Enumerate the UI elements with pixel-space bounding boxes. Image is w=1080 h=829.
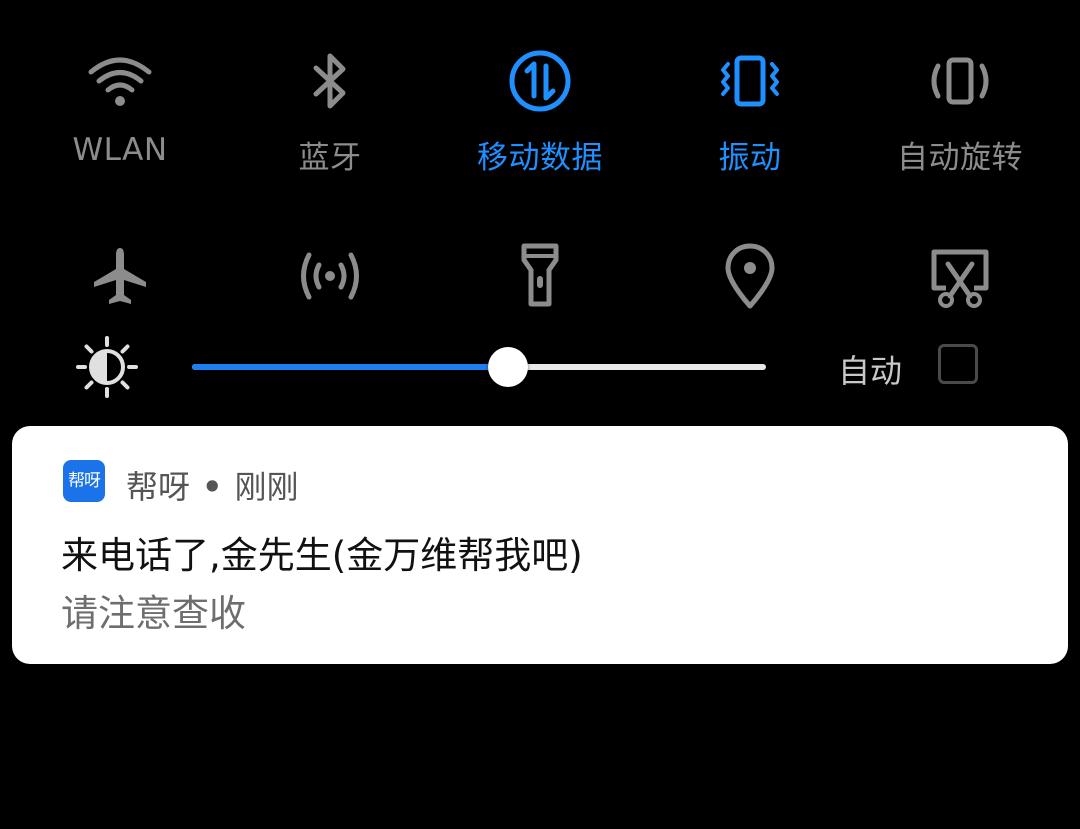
brightness-icon [76, 336, 138, 398]
tile-location[interactable] [650, 236, 850, 316]
notification-time: 刚刚 [234, 468, 299, 506]
auto-rotate-icon [925, 46, 995, 116]
tile-vibrate[interactable]: 振动 [650, 36, 850, 186]
tile-flashlight[interactable] [440, 236, 640, 316]
vibrate-icon [715, 46, 785, 116]
tile-label: 移动数据 [477, 140, 603, 176]
auto-brightness-label: 自动 [838, 352, 903, 390]
quick-settings-row-2 [0, 236, 1080, 316]
notification-title: 来电话了,金先生(金万维帮我吧) [61, 534, 583, 577]
app-name: 帮呀 [126, 468, 191, 506]
tile-screenshot[interactable] [860, 236, 1060, 316]
tile-mobile-data[interactable]: 移动数据 [440, 36, 640, 186]
notification-shade: WLAN 蓝牙 移动数据 振动 自动旋转 自动 帮呀 帮呀 • 刚刚 来电话了,… [0, 0, 1080, 829]
quick-settings-row-1: WLAN 蓝牙 移动数据 振动 自动旋转 [0, 36, 1080, 186]
tile-airplane[interactable] [20, 236, 220, 316]
brightness-row: 自动 [0, 330, 1080, 404]
separator-dot: • [202, 468, 223, 506]
auto-brightness-checkbox[interactable] [938, 344, 978, 384]
tile-label: 自动旋转 [897, 140, 1023, 176]
tile-auto-rotate[interactable]: 自动旋转 [860, 36, 1060, 186]
brightness-slider[interactable] [192, 347, 766, 387]
tile-label: 振动 [718, 140, 782, 176]
notification-body: 请注意查收 [61, 592, 246, 635]
bluetooth-icon [295, 46, 365, 116]
flashlight-icon [504, 240, 576, 312]
tile-hotspot[interactable] [230, 236, 430, 316]
airplane-icon [84, 240, 156, 312]
tile-bluetooth[interactable]: 蓝牙 [230, 36, 430, 186]
wifi-icon [85, 46, 155, 116]
hotspot-icon [294, 240, 366, 312]
tile-label: 蓝牙 [298, 140, 362, 176]
notification-card[interactable]: 帮呀 帮呀 • 刚刚 来电话了,金先生(金万维帮我吧) 请注意查收 [12, 426, 1068, 664]
slider-thumb[interactable] [487, 347, 528, 387]
screenshot-icon [924, 240, 996, 312]
location-icon [714, 240, 786, 312]
tile-wlan[interactable]: WLAN [20, 36, 220, 186]
slider-fill [192, 364, 508, 370]
app-icon: 帮呀 [63, 460, 105, 502]
mobile-data-icon [505, 46, 575, 116]
tile-label: WLAN [72, 132, 168, 168]
notification-header: 帮呀 • 刚刚 [126, 462, 298, 508]
